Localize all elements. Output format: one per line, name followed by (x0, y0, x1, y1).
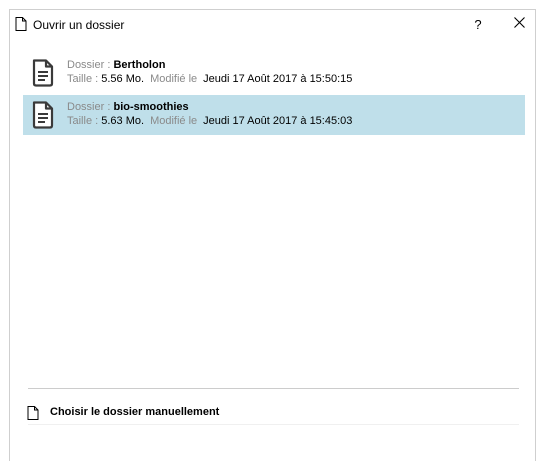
window-title: Ouvrir un dossier (33, 18, 125, 32)
folder-date: Jeudi 17 Août 2017 à 15:50:15 (203, 73, 353, 85)
dossier-label: Dossier : (67, 101, 114, 113)
folder-details-line: Taille : 5.56 Mo. Modifié le Jeudi 17 Août… (67, 73, 352, 86)
choose-folder-manually-label: Choisir le dossier manuellement (50, 406, 220, 418)
folder-name-line: Dossier : Bertholon (67, 59, 165, 72)
folder-name: Bertholon (113, 59, 166, 71)
taille-label: Taille : (67, 73, 102, 85)
help-button[interactable]: ? (462, 13, 494, 35)
folder-item-bertholon[interactable]: Dossier : Bertholon Taille : 5.56 Mo. Mod… (23, 53, 525, 93)
close-icon (513, 15, 525, 33)
folder-size: 5.56 Mo. (101, 73, 145, 85)
taille-label: Taille : (67, 115, 102, 127)
help-label: ? (474, 16, 482, 32)
document-icon (27, 406, 39, 420)
divider (28, 388, 519, 389)
title-bar: Ouvrir un dossier ? (10, 10, 535, 38)
open-folder-dialog: Ouvrir un dossier ? Dossier : Bertholon … (9, 9, 536, 461)
folder-size: 5.63 Mo. (101, 115, 145, 127)
document-icon (32, 59, 54, 87)
folder-name: bio-smoothies (113, 101, 189, 113)
folder-item-bio-smoothies[interactable]: Dossier : bio-smoothies Taille : 5.63 Mo… (23, 95, 525, 135)
folder-list: Dossier : Bertholon Taille : 5.56 Mo. Mod… (23, 53, 525, 139)
dossier-label: Dossier : (67, 59, 114, 71)
modifie-label: Modifié le (150, 73, 198, 85)
folder-details-line: Taille : 5.63 Mo. Modifié le Jeudi 17 Août… (67, 115, 352, 128)
document-icon (32, 101, 54, 129)
folder-date: Jeudi 17 Août 2017 à 15:45:03 (203, 115, 353, 127)
divider (28, 424, 519, 425)
folder-name-line: Dossier : bio-smoothies (67, 101, 189, 114)
close-button[interactable] (504, 13, 534, 35)
modifie-label: Modifié le (150, 115, 198, 127)
document-icon (15, 17, 27, 31)
choose-folder-manually-button[interactable]: Choisir le dossier manuellement (23, 400, 525, 426)
